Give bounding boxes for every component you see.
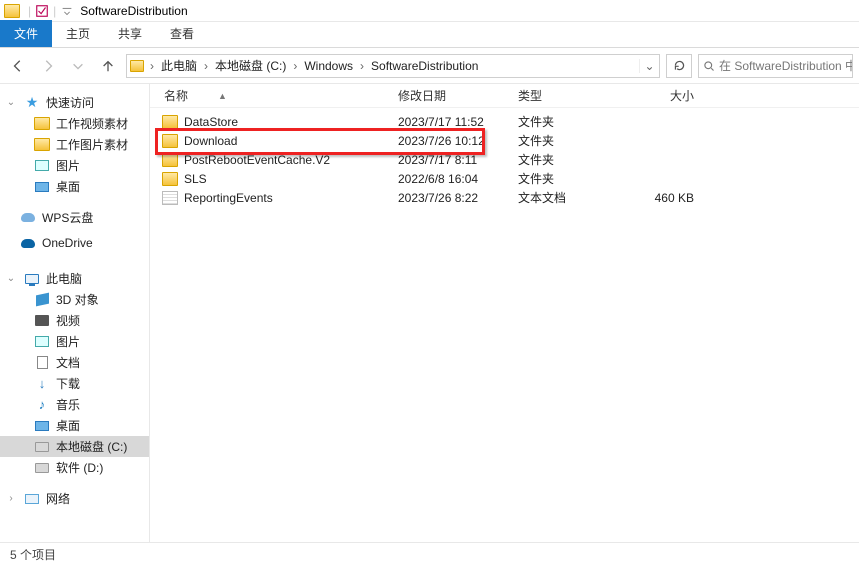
chevron-right-icon[interactable]: › [290, 59, 300, 73]
file-content-area: 名称 ▲ 修改日期 类型 大小 DataStore2023/7/17 11:52… [150, 84, 859, 542]
column-name[interactable]: 名称 ▲ [158, 87, 398, 104]
star-icon: ★ [24, 96, 40, 110]
down-icon: ↓ [34, 377, 50, 391]
recent-dropdown[interactable] [66, 54, 90, 78]
title-bar: | | SoftwareDistribution [0, 0, 859, 22]
column-headers: 名称 ▲ 修改日期 类型 大小 [150, 84, 859, 108]
tree-quick-access[interactable]: ⌄ ★ 快速访问 [0, 92, 149, 113]
folder-icon [162, 115, 178, 129]
tree-item[interactable]: 软件 (D:) [0, 457, 149, 478]
file-row[interactable]: SLS2022/6/8 16:04文件夹 [150, 169, 859, 188]
pic-icon [34, 335, 50, 349]
address-bar[interactable]: › 此电脑 › 本地磁盘 (C:) › Windows › SoftwareDi… [126, 54, 660, 78]
desk-icon [34, 419, 50, 433]
navigation-pane: ⌄ ★ 快速访问 工作视频素材工作图片素材图片桌面 WPS云盘OneDrive … [0, 84, 150, 542]
address-dropdown-icon[interactable]: ⌄ [639, 59, 659, 73]
file-row[interactable]: ReportingEvents2023/7/26 8:22文本文档460 KB [150, 188, 859, 207]
folder-icon [162, 153, 178, 167]
qat-save-icon[interactable] [35, 4, 49, 18]
chevron-down-icon[interactable]: ⌄ [6, 273, 16, 284]
breadcrumb-item[interactable]: 此电脑 [157, 57, 201, 74]
tab-share[interactable]: 共享 [104, 20, 156, 47]
item-count: 5 个项目 [10, 546, 56, 563]
tree-item[interactable]: 3D 对象 [0, 289, 149, 310]
folder-icon [34, 138, 50, 152]
cloud-icon [20, 236, 36, 250]
search-input[interactable]: 在 SoftwareDistribution 中 [698, 54, 853, 78]
3d-icon [34, 293, 50, 307]
chevron-right-icon[interactable]: › [147, 59, 157, 73]
tree-network[interactable]: › 网络 [0, 488, 149, 509]
doc-icon [34, 356, 50, 370]
tree-item[interactable]: 工作视频素材 [0, 113, 149, 134]
tree-item[interactable]: WPS云盘 [0, 207, 149, 228]
music-icon: ♪ [34, 398, 50, 412]
breadcrumb-item[interactable]: Windows [300, 59, 357, 73]
column-size[interactable]: 大小 [626, 87, 706, 104]
tree-item[interactable]: 视频 [0, 310, 149, 331]
refresh-button[interactable] [666, 54, 692, 78]
search-placeholder: 在 SoftwareDistribution 中 [719, 57, 853, 74]
ribbon-tabs: 文件 主页 共享 查看 [0, 22, 859, 48]
tree-item[interactable]: 桌面 [0, 176, 149, 197]
window-title: SoftwareDistribution [80, 4, 187, 18]
breadcrumbs: › 此电脑 › 本地磁盘 (C:) › Windows › SoftwareDi… [147, 55, 482, 77]
tree-item[interactable]: 图片 [0, 331, 149, 352]
column-date[interactable]: 修改日期 [398, 87, 518, 104]
tab-home[interactable]: 主页 [52, 20, 104, 47]
vid-icon [34, 314, 50, 328]
chevron-right-icon[interactable]: › [357, 59, 367, 73]
separator: | [53, 4, 56, 18]
tree-item[interactable]: 文档 [0, 352, 149, 373]
tab-view[interactable]: 查看 [156, 20, 208, 47]
tab-file[interactable]: 文件 [0, 20, 52, 47]
chevron-down-icon[interactable]: ⌄ [6, 97, 16, 108]
network-icon [24, 492, 40, 506]
folder-icon [162, 134, 178, 148]
back-button[interactable] [6, 54, 30, 78]
address-folder-icon [127, 60, 147, 72]
up-button[interactable] [96, 54, 120, 78]
file-row[interactable]: Download2023/7/26 10:12文件夹 [150, 131, 859, 150]
file-row[interactable]: PostRebootEventCache.V22023/7/17 8:11文件夹 [150, 150, 859, 169]
column-type[interactable]: 类型 [518, 87, 626, 104]
qat-dropdown-icon[interactable] [60, 4, 74, 18]
pc-icon [24, 272, 40, 286]
nav-bar: › 此电脑 › 本地磁盘 (C:) › Windows › SoftwareDi… [0, 48, 859, 84]
file-row[interactable]: DataStore2023/7/17 11:52文件夹 [150, 112, 859, 131]
tree-item[interactable]: 工作图片素材 [0, 134, 149, 155]
separator: | [28, 4, 31, 18]
sort-ascending-icon: ▲ [218, 91, 227, 101]
chevron-right-icon[interactable]: › [6, 493, 16, 504]
text-file-icon [162, 191, 178, 205]
tree-item[interactable]: 图片 [0, 155, 149, 176]
folder-icon [34, 117, 50, 131]
cloud-icon [20, 211, 36, 225]
disk-icon [34, 461, 50, 475]
tree-item[interactable]: 本地磁盘 (C:) [0, 436, 149, 457]
forward-button[interactable] [36, 54, 60, 78]
disk-icon [34, 440, 50, 454]
desk-icon [34, 180, 50, 194]
tree-item[interactable]: OneDrive [0, 234, 149, 252]
chevron-right-icon[interactable]: › [201, 59, 211, 73]
breadcrumb-item[interactable]: SoftwareDistribution [367, 59, 482, 73]
status-bar: 5 个项目 [0, 542, 859, 566]
folder-icon [4, 4, 20, 18]
file-list: DataStore2023/7/17 11:52文件夹Download2023/… [150, 108, 859, 542]
tree-item[interactable]: ↓下载 [0, 373, 149, 394]
tree-item[interactable]: ♪音乐 [0, 394, 149, 415]
pic-icon [34, 159, 50, 173]
breadcrumb-item[interactable]: 本地磁盘 (C:) [211, 57, 290, 74]
search-icon [703, 60, 715, 72]
tree-item[interactable]: 桌面 [0, 415, 149, 436]
tree-this-pc[interactable]: ⌄ 此电脑 [0, 268, 149, 289]
folder-icon [162, 172, 178, 186]
